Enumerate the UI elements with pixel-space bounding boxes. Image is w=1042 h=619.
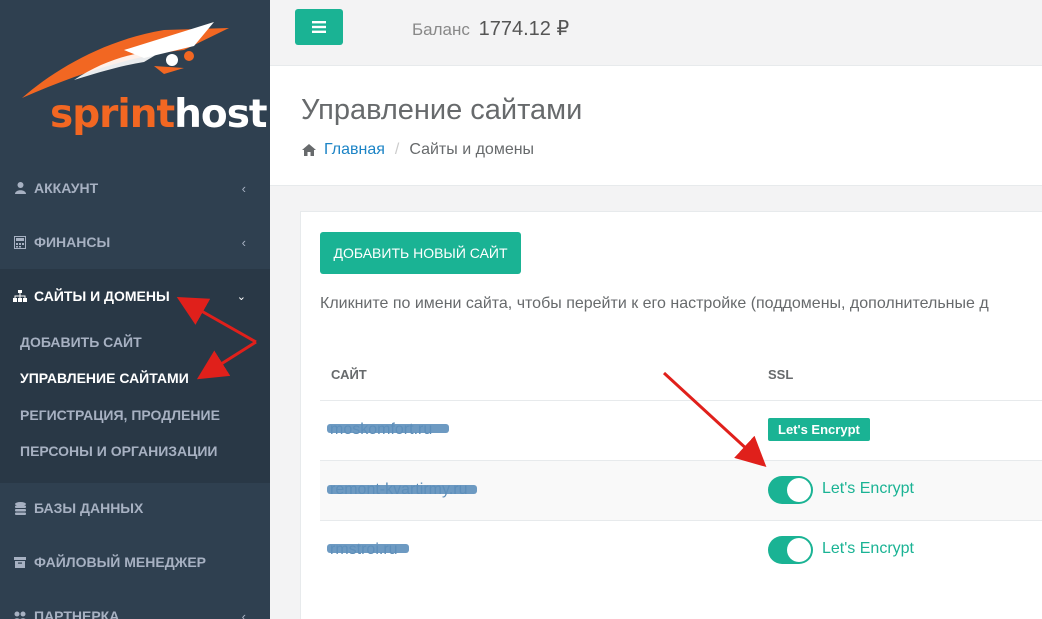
- redaction-mark: [327, 424, 449, 433]
- ssl-toggle-label: Let's Encrypt: [822, 540, 914, 557]
- page-heading: Управление сайтами Главная / Сайты и дом…: [270, 66, 1042, 186]
- home-icon: [302, 144, 316, 156]
- hamburger-icon: [312, 21, 326, 33]
- users-icon: [12, 609, 28, 619]
- add-site-button[interactable]: Добавить новый сайт: [320, 232, 521, 274]
- sitemap-icon: [12, 289, 28, 303]
- sidebar-item-file-manager[interactable]: Файловый менеджер: [0, 535, 270, 589]
- chevron-left-icon: ‹: [241, 608, 246, 619]
- divider: [320, 400, 1042, 401]
- breadcrumb-current: Сайты и домены: [409, 141, 535, 158]
- user-icon: [12, 181, 28, 195]
- sidebar: sprinthost Аккаунт ‹ Финансы ‹ Сайты и д…: [0, 0, 270, 619]
- redaction-mark: [327, 544, 409, 553]
- archive-icon: [12, 555, 28, 569]
- ssl-toggle[interactable]: [768, 476, 813, 504]
- sidebar-item-databases[interactable]: Базы данных: [0, 481, 270, 535]
- sidebar-subitem-add-site[interactable]: Добавить сайт: [20, 334, 142, 350]
- balance-label: Баланс: [412, 20, 470, 39]
- sidebar-item-label: Финансы: [34, 234, 111, 250]
- topbar: Баланс 1774.12 ₽: [270, 0, 1042, 66]
- sidebar-item-partners[interactable]: Партнерка ‹: [0, 589, 270, 619]
- breadcrumb: Главная / Сайты и домены: [302, 141, 534, 159]
- sprinthost-logo[interactable]: sprinthost: [14, 10, 268, 137]
- toggle-knob: [787, 478, 811, 502]
- sites-panel: Добавить новый сайт Кликните по имени са…: [300, 211, 1042, 619]
- sidebar-item-label: Аккаунт: [34, 180, 99, 196]
- sidebar-item-finance[interactable]: Финансы ‹: [0, 215, 270, 269]
- database-icon: [12, 501, 28, 515]
- breadcrumb-home-link[interactable]: Главная: [324, 141, 385, 159]
- calculator-icon: [12, 235, 28, 249]
- balance-value: 1774.12 ₽: [478, 18, 570, 40]
- sidebar-subitem-registration[interactable]: Регистрация, продление: [20, 407, 220, 423]
- chevron-left-icon: ‹: [241, 180, 246, 196]
- divider: [320, 520, 1042, 521]
- ssl-toggle-label: Let's Encrypt: [822, 480, 914, 497]
- logo-text: sprinthost: [50, 92, 268, 137]
- page-title: Управление сайтами: [301, 94, 583, 126]
- sidebar-subitem-manage-sites[interactable]: Управление сайтами: [20, 370, 189, 386]
- sidebar-item-label: Сайты и домены: [34, 288, 170, 304]
- sidebar-subitem-persons[interactable]: Персоны и организации: [20, 443, 218, 459]
- redaction-mark: [327, 485, 477, 494]
- sidebar-submenu: Добавить сайт Управление сайтами Регистр…: [0, 323, 270, 483]
- menu-toggle-button[interactable]: [295, 9, 343, 45]
- sidebar-item-account[interactable]: Аккаунт ‹: [0, 161, 270, 215]
- chevron-left-icon: ‹: [241, 234, 246, 250]
- sidebar-item-label: Файловый менеджер: [34, 554, 207, 570]
- column-header-site: Сайт: [331, 367, 367, 382]
- column-header-ssl: SSL: [768, 367, 794, 382]
- sidebar-item-label: Партнерка: [34, 608, 120, 619]
- chevron-down-icon: ⌄: [236, 290, 246, 303]
- ssl-toggle[interactable]: [768, 536, 813, 564]
- toggle-knob: [787, 538, 811, 562]
- balance: Баланс 1774.12 ₽: [412, 16, 569, 41]
- sidebar-item-label: Базы данных: [34, 500, 144, 516]
- ssl-badge: Let's Encrypt: [768, 418, 870, 441]
- breadcrumb-separator: /: [394, 141, 400, 158]
- sidebar-item-sites-domains[interactable]: Сайты и домены ⌄: [0, 269, 270, 323]
- hint-text: Кликните по имени сайта, чтобы перейти к…: [320, 295, 989, 312]
- rocket-icon: [22, 22, 229, 98]
